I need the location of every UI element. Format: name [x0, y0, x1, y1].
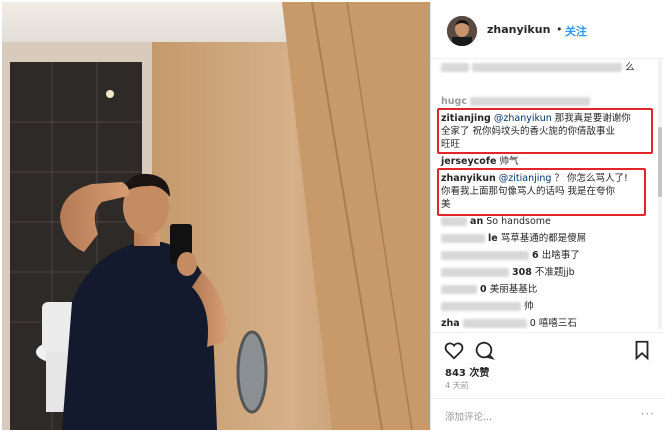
post-username[interactable]: zhanyikun — [487, 23, 550, 36]
comment-text: 出啥事了 — [541, 250, 580, 261]
comment-row: le 骂草基通的都是傻屌 — [441, 232, 655, 245]
comment-row: 308 不准题jjb — [441, 266, 655, 279]
post-header: zhanyikun • 关注 — [431, 2, 665, 59]
blurred-text — [441, 251, 529, 260]
bookmark-icon[interactable] — [631, 339, 653, 361]
more-options-icon[interactable]: ··· — [641, 407, 655, 421]
post-time: 4 天前 — [445, 381, 469, 390]
post-sidebar: zhanyikun • 关注 么 hugc zitianjing @zhanyi… — [430, 2, 665, 430]
comment-row: 么 — [441, 61, 655, 74]
comment-text: 美丽基基比 — [489, 284, 538, 295]
action-bar — [431, 332, 665, 367]
header-separator: • — [556, 23, 563, 36]
comment-username[interactable]: 6 — [532, 250, 539, 261]
comment-username[interactable]: 308 — [512, 267, 532, 278]
blurred-text — [441, 234, 485, 243]
avatar[interactable] — [447, 16, 477, 46]
scrollbar-thumb[interactable] — [658, 127, 662, 197]
add-comment-bar[interactable]: 添加评论... ··· — [431, 398, 665, 431]
comment-text: 不准题jjb — [534, 267, 575, 278]
blurred-text — [441, 217, 467, 226]
like-count[interactable]: 843 次赞 — [445, 364, 489, 379]
highlight-box — [437, 168, 646, 216]
heart-icon[interactable] — [443, 339, 465, 361]
blurred-text — [441, 285, 477, 294]
blurred-text — [470, 97, 590, 106]
comment-username[interactable]: zha — [441, 318, 460, 329]
comment-username[interactable]: an — [470, 216, 483, 227]
comment-row: 6 出啥事了 — [441, 249, 655, 262]
comment-text: 帅气 — [499, 156, 519, 167]
blurred-text — [462, 319, 527, 328]
comment-row: zha 0 嘻嘻三石 — [441, 317, 655, 329]
blurred-text — [472, 63, 623, 72]
comment-text: 么 — [625, 62, 635, 73]
comment-username[interactable]: le — [488, 233, 498, 244]
instagram-post-window: zhanyikun • 关注 么 hugc zitianjing @zhanyi… — [0, 0, 665, 431]
comment-row: an So handsome — [441, 215, 655, 228]
comment-text: 骂草基通的都是傻屌 — [500, 233, 587, 244]
comment-text: So handsome — [486, 216, 551, 227]
comment-username[interactable]: 0 — [480, 284, 487, 295]
blurred-text — [441, 268, 509, 277]
add-comment-input[interactable]: 添加评论... — [445, 409, 492, 423]
comment-text: 帅 — [524, 301, 534, 312]
comment-username[interactable]: hugc — [441, 96, 467, 107]
comment-username[interactable]: jerseycofe — [441, 156, 496, 167]
highlight-box — [437, 108, 653, 154]
comment-row: 0 美丽基基比 — [441, 283, 655, 296]
comment-row: jerseycofe 帅气 — [441, 155, 655, 168]
comment-icon[interactable] — [473, 339, 495, 361]
post-photo[interactable] — [2, 2, 430, 430]
comment-row: 帅 — [441, 300, 655, 313]
blurred-text — [441, 63, 469, 72]
comment-row: hugc — [441, 95, 655, 108]
blurred-text — [441, 302, 521, 311]
follow-button[interactable]: 关注 — [565, 23, 587, 39]
comment-text: 0 嘻嘻三石 — [529, 318, 577, 329]
